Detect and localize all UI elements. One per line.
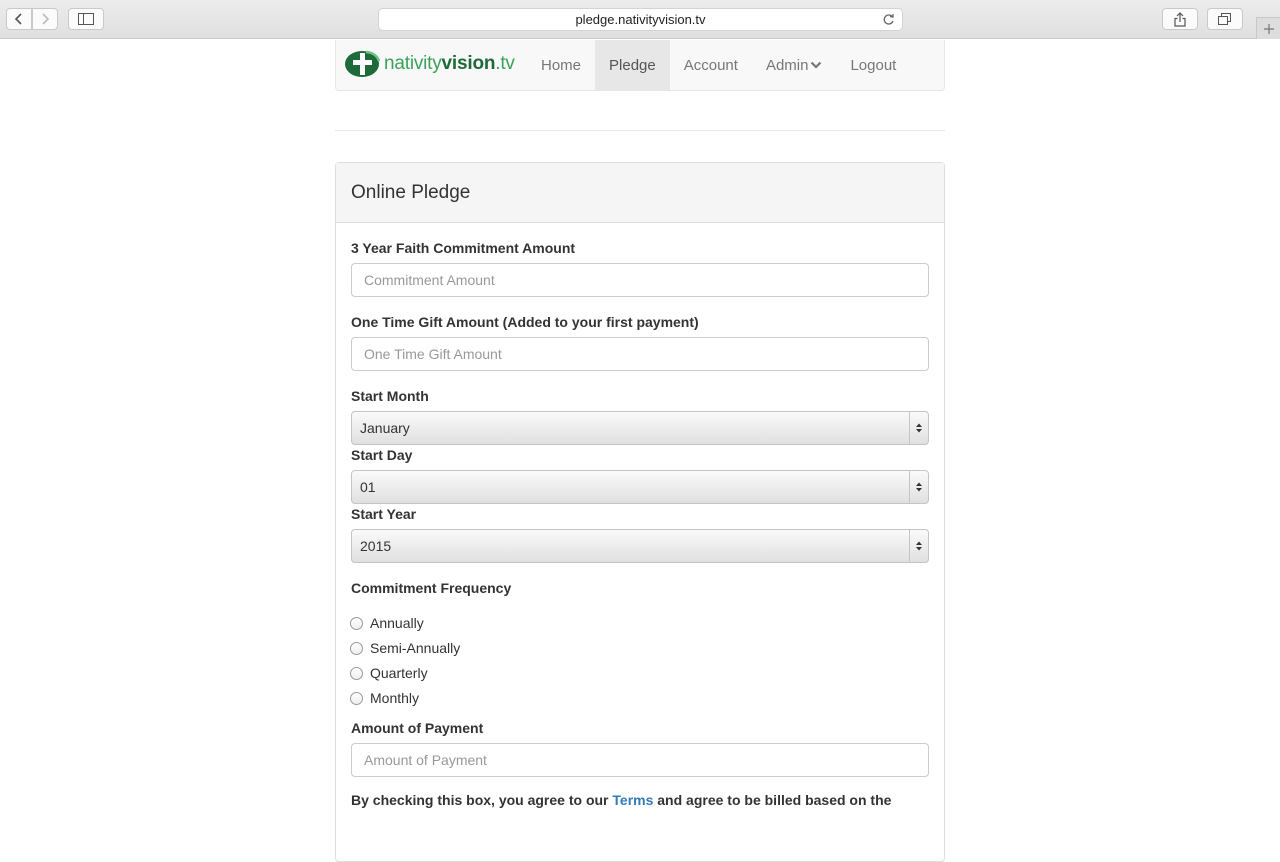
start-day-select[interactable]: 01	[351, 470, 929, 504]
terms-text: By checking this box, you agree to our T…	[351, 792, 891, 808]
terms-link[interactable]: Terms	[612, 792, 653, 808]
start-day-label: Start Day	[351, 447, 413, 463]
frequency-option-semi-annually[interactable]: Semi-Annually	[350, 640, 460, 656]
chevron-right-icon	[42, 13, 50, 25]
reload-icon[interactable]	[882, 13, 895, 29]
commitment-amount-input[interactable]	[351, 263, 929, 297]
gift-amount-label: One Time Gift Amount (Added to your firs…	[351, 314, 699, 330]
select-arrows-icon	[909, 471, 928, 503]
radio-button[interactable]	[350, 616, 363, 630]
start-day-value: 01	[360, 479, 376, 495]
nav-account[interactable]: Account	[670, 40, 752, 90]
address-bar[interactable]: pledge.nativityvision.tv	[378, 8, 903, 31]
start-month-label: Start Month	[351, 388, 429, 404]
payment-amount-input[interactable]	[351, 743, 929, 777]
back-button[interactable]	[6, 8, 32, 30]
browser-toolbar: pledge.nativityvision.tv	[0, 0, 1280, 39]
nav-logout[interactable]: Logout	[836, 40, 910, 90]
divider	[335, 130, 945, 131]
terms-text-before: By checking this box, you agree to our	[351, 792, 613, 808]
nav-pledge[interactable]: Pledge	[595, 40, 670, 90]
chevron-down-icon	[811, 61, 822, 69]
pledge-panel: Online Pledge 3 Year Faith Commitment Am…	[335, 162, 945, 862]
tabs-overview-button[interactable]	[1207, 8, 1243, 30]
nav-admin-dropdown[interactable]: Admin	[752, 40, 837, 90]
forward-button[interactable]	[32, 8, 58, 30]
brand-logo[interactable]: nativityvision.tv	[344, 48, 515, 80]
frequency-option-label: Monthly	[370, 690, 420, 706]
start-year-select[interactable]: 2015	[351, 529, 929, 563]
frequency-option-label: Quarterly	[370, 665, 428, 681]
frequency-option-quarterly[interactable]: Quarterly	[350, 665, 428, 681]
radio-button[interactable]	[350, 666, 363, 680]
frequency-option-monthly[interactable]: Monthly	[350, 690, 419, 706]
brand-text-tv: .tv	[495, 53, 515, 74]
share-icon	[1174, 11, 1186, 27]
logo-icon	[345, 50, 380, 77]
commitment-amount-label: 3 Year Faith Commitment Amount	[351, 240, 576, 256]
frequency-option-label: Semi-Annually	[370, 640, 461, 656]
new-tab-button[interactable]	[1256, 17, 1280, 39]
frequency-option-annually[interactable]: Annually	[350, 615, 424, 631]
payment-amount-label: Amount of Payment	[351, 720, 484, 736]
panel-title: Online Pledge	[351, 181, 471, 203]
select-arrows-icon	[909, 412, 928, 444]
tabs-icon	[1218, 12, 1231, 25]
start-year-value: 2015	[360, 538, 392, 554]
start-month-value: January	[360, 420, 410, 436]
radio-button[interactable]	[350, 691, 363, 705]
select-arrows-icon	[909, 530, 928, 562]
url-text: pledge.nativityvision.tv	[575, 12, 706, 27]
sidebar-icon	[78, 13, 94, 25]
chevron-left-icon	[14, 13, 22, 25]
share-button[interactable]	[1162, 8, 1198, 30]
nav-admin-label: Admin	[765, 56, 809, 74]
terms-text-after: and agree to be billed based on the	[653, 792, 892, 808]
nav-home[interactable]: Home	[527, 40, 595, 90]
site-navbar: nativityvision.tv Home Pledge Account Ad…	[335, 40, 945, 91]
brand-text-nativity: nativity	[384, 53, 442, 74]
frequency-label: Commitment Frequency	[351, 580, 512, 596]
sidebar-toggle-button[interactable]	[68, 8, 104, 30]
radio-button[interactable]	[350, 641, 363, 655]
gift-amount-input[interactable]	[351, 337, 929, 371]
start-month-select[interactable]: January	[351, 411, 929, 445]
brand-text-vision: vision	[441, 53, 496, 74]
start-year-label: Start Year	[351, 506, 417, 522]
frequency-option-label: Annually	[370, 615, 424, 631]
plus-icon	[1263, 23, 1274, 34]
main-nav: Home Pledge Account Admin Logout	[527, 40, 910, 90]
panel-header: Online Pledge	[336, 163, 944, 223]
